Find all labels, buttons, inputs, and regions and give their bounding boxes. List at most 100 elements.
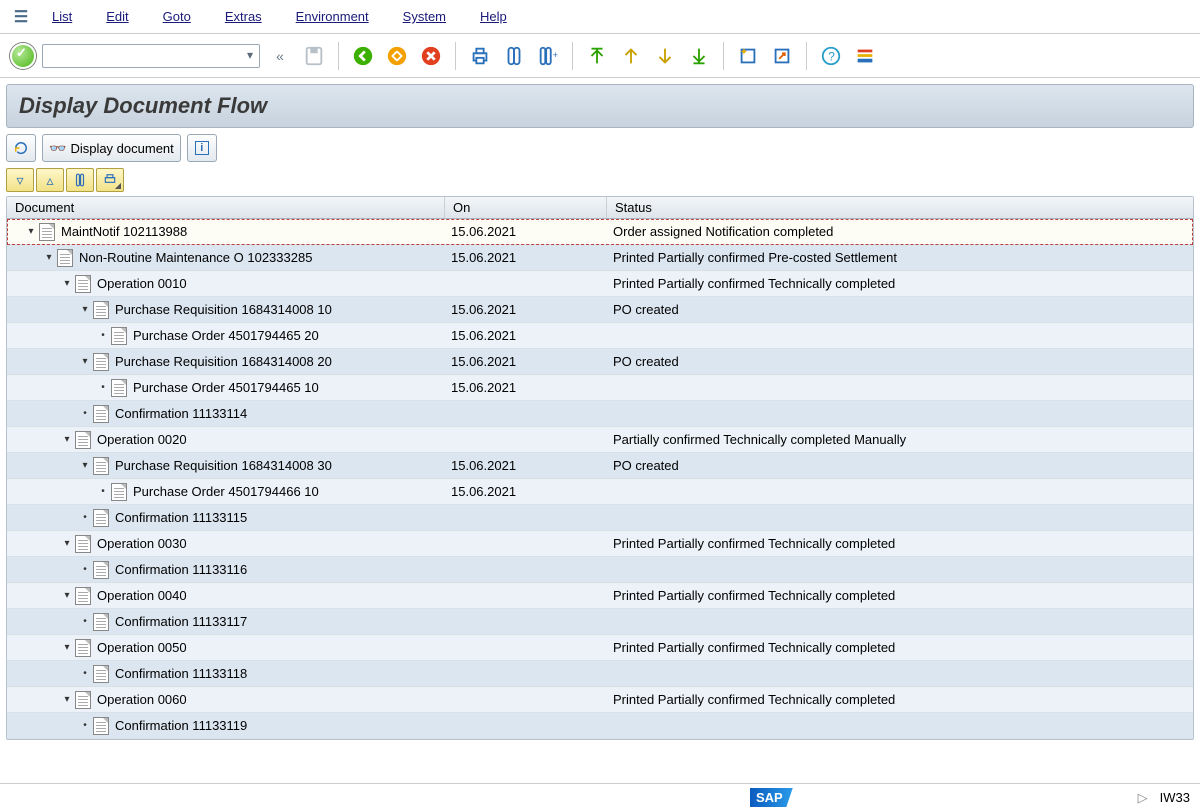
document-icon — [93, 353, 109, 371]
menu-goto[interactable]: Goto — [149, 9, 205, 24]
tree-row-label: Purchase Order 4501794465 20 — [133, 328, 319, 343]
svg-text:+: + — [553, 49, 558, 59]
menu-system[interactable]: System — [389, 9, 460, 24]
expand-twisty-icon[interactable]: ▾ — [79, 356, 91, 367]
tree-row[interactable]: •Purchase Order 4501794466 1015.06.2021 — [7, 479, 1193, 505]
menu-edit[interactable]: Edit — [92, 9, 142, 24]
info-button[interactable]: i — [187, 134, 217, 162]
tree-row[interactable]: ▾Operation 0030Printed Partially confirm… — [7, 531, 1193, 557]
tree-row-status: Printed Partially confirmed Technically … — [607, 276, 1193, 291]
expand-twisty-icon[interactable]: ▾ — [79, 304, 91, 315]
tree-row[interactable]: •Confirmation 11133115 — [7, 505, 1193, 531]
leaf-bullet-icon: • — [79, 720, 91, 731]
menu-help[interactable]: Help — [466, 9, 521, 24]
tree-row[interactable]: ▾Operation 0050Printed Partially confirm… — [7, 635, 1193, 661]
tree-row-date: 15.06.2021 — [445, 484, 607, 499]
tree-row-date: 15.06.2021 — [445, 250, 607, 265]
tree-row[interactable]: ▾Operation 0040Printed Partially confirm… — [7, 583, 1193, 609]
tree-row[interactable]: •Confirmation 11133117 — [7, 609, 1193, 635]
tree-row[interactable]: •Purchase Order 4501794465 1015.06.2021 — [7, 375, 1193, 401]
document-icon — [93, 457, 109, 475]
transaction-code: IW33 — [1160, 790, 1190, 805]
document-icon — [75, 691, 91, 709]
tree-row-status: Printed Partially confirmed Technically … — [607, 640, 1193, 655]
expand-twisty-icon[interactable]: ▾ — [61, 434, 73, 445]
collapse-toolbar-icon[interactable]: « — [266, 42, 294, 70]
document-icon — [93, 561, 109, 579]
layout-icon[interactable] — [851, 42, 879, 70]
tree-row[interactable]: ▾Purchase Requisition 1684314008 2015.06… — [7, 349, 1193, 375]
document-icon — [93, 665, 109, 683]
column-header-row: Document On Status — [7, 197, 1193, 219]
column-header-status[interactable]: Status — [607, 197, 1193, 218]
expand-twisty-icon[interactable]: ▾ — [25, 226, 37, 237]
expand-twisty-icon[interactable]: ▾ — [61, 590, 73, 601]
expand-twisty-icon[interactable]: ▾ — [61, 538, 73, 549]
expand-twisty-icon[interactable]: ▾ — [43, 252, 55, 263]
tree-row[interactable]: •Confirmation 11133118 — [7, 661, 1193, 687]
tree-row-label: Confirmation 11133114 — [115, 406, 247, 421]
expand-all-button[interactable]: ▿ — [6, 168, 34, 192]
exit-icon[interactable] — [383, 42, 411, 70]
command-field[interactable] — [42, 44, 260, 68]
tree-row-label: Operation 0030 — [97, 536, 187, 551]
tree-find-button[interactable] — [66, 168, 94, 192]
back-icon[interactable] — [349, 42, 377, 70]
refresh-button[interactable] — [6, 134, 36, 162]
first-page-icon[interactable] — [583, 42, 611, 70]
tree-row-date: 15.06.2021 — [445, 328, 607, 343]
tree-print-button[interactable]: ◢ — [96, 168, 124, 192]
new-session-icon[interactable]: ✦ — [734, 42, 762, 70]
column-header-on[interactable]: On — [445, 197, 607, 218]
tree-row[interactable]: ▾ Operation 0010 Printed Partially confirm… — [7, 271, 1193, 297]
document-icon — [75, 587, 91, 605]
shortcut-icon[interactable] — [768, 42, 796, 70]
sap-menu-icon[interactable]: ☰ — [10, 6, 32, 28]
tree-row[interactable]: ▾MaintNotif 10211398815.06.2021Order ass… — [7, 219, 1193, 245]
tree-row-date: 15.06.2021 — [445, 224, 607, 239]
print-icon[interactable] — [466, 42, 494, 70]
enter-button[interactable] — [10, 43, 36, 69]
tree-row[interactable]: •Confirmation 11133114 — [7, 401, 1193, 427]
document-icon — [75, 431, 91, 449]
tree-row-label: Confirmation 11133118 — [115, 666, 247, 681]
expand-twisty-icon[interactable]: ▾ — [61, 694, 73, 705]
tree-row[interactable]: ▾Purchase Requisition 1684314008 1015.06… — [7, 297, 1193, 323]
tree-row-date: 15.06.2021 — [445, 458, 607, 473]
last-page-icon[interactable] — [685, 42, 713, 70]
find-icon[interactable] — [500, 42, 528, 70]
tree-row-status: PO created — [607, 354, 1193, 369]
document-icon — [93, 405, 109, 423]
find-next-icon[interactable]: + — [534, 42, 562, 70]
menu-environment[interactable]: Environment — [282, 9, 383, 24]
collapse-all-button[interactable]: ▵ — [36, 168, 64, 192]
cancel-icon[interactable] — [417, 42, 445, 70]
menu-extras[interactable]: Extras — [211, 9, 276, 24]
tree-row-date: 15.06.2021 — [445, 354, 607, 369]
tree-row-status: Printed Partially confirmed Technically … — [607, 588, 1193, 603]
expand-twisty-icon[interactable]: ▾ — [79, 460, 91, 471]
tree-row-status: PO created — [607, 302, 1193, 317]
tree-row-label: Operation 0010 — [97, 276, 187, 291]
svg-text:?: ? — [828, 49, 835, 63]
page-up-icon[interactable] — [617, 42, 645, 70]
page-down-icon[interactable] — [651, 42, 679, 70]
tree-row-status: Printed Partially confirmed Pre-costed S… — [607, 250, 1193, 265]
tree-row[interactable]: •Confirmation 11133116 — [7, 557, 1193, 583]
tree-row[interactable]: •Purchase Order 4501794465 2015.06.2021 — [7, 323, 1193, 349]
save-icon[interactable] — [300, 42, 328, 70]
expand-twisty-icon[interactable]: ▾ — [61, 278, 73, 289]
tree-row[interactable]: •Confirmation 11133119 — [7, 713, 1193, 739]
expand-twisty-icon[interactable]: ▾ — [61, 642, 73, 653]
tree-row-label: Purchase Requisition 1684314008 30 — [115, 458, 332, 473]
tree-row[interactable]: ▾Operation 0060Printed Partially confirm… — [7, 687, 1193, 713]
document-icon — [75, 639, 91, 657]
tree-row[interactable]: ▾Operation 0020Partially confirmed Techn… — [7, 427, 1193, 453]
tree-row[interactable]: ▾ Purchase Requisition 1684314008 30 15.06… — [7, 453, 1193, 479]
column-header-document[interactable]: Document — [7, 197, 445, 218]
tree-row[interactable]: ▾Non-Routine Maintenance O 10233328515.0… — [7, 245, 1193, 271]
tree-row-date: 15.06.2021 — [445, 380, 607, 395]
help-icon[interactable]: ? — [817, 42, 845, 70]
menu-list[interactable]: List — [38, 9, 86, 24]
display-document-button[interactable]: 👓 Display document — [42, 134, 181, 162]
